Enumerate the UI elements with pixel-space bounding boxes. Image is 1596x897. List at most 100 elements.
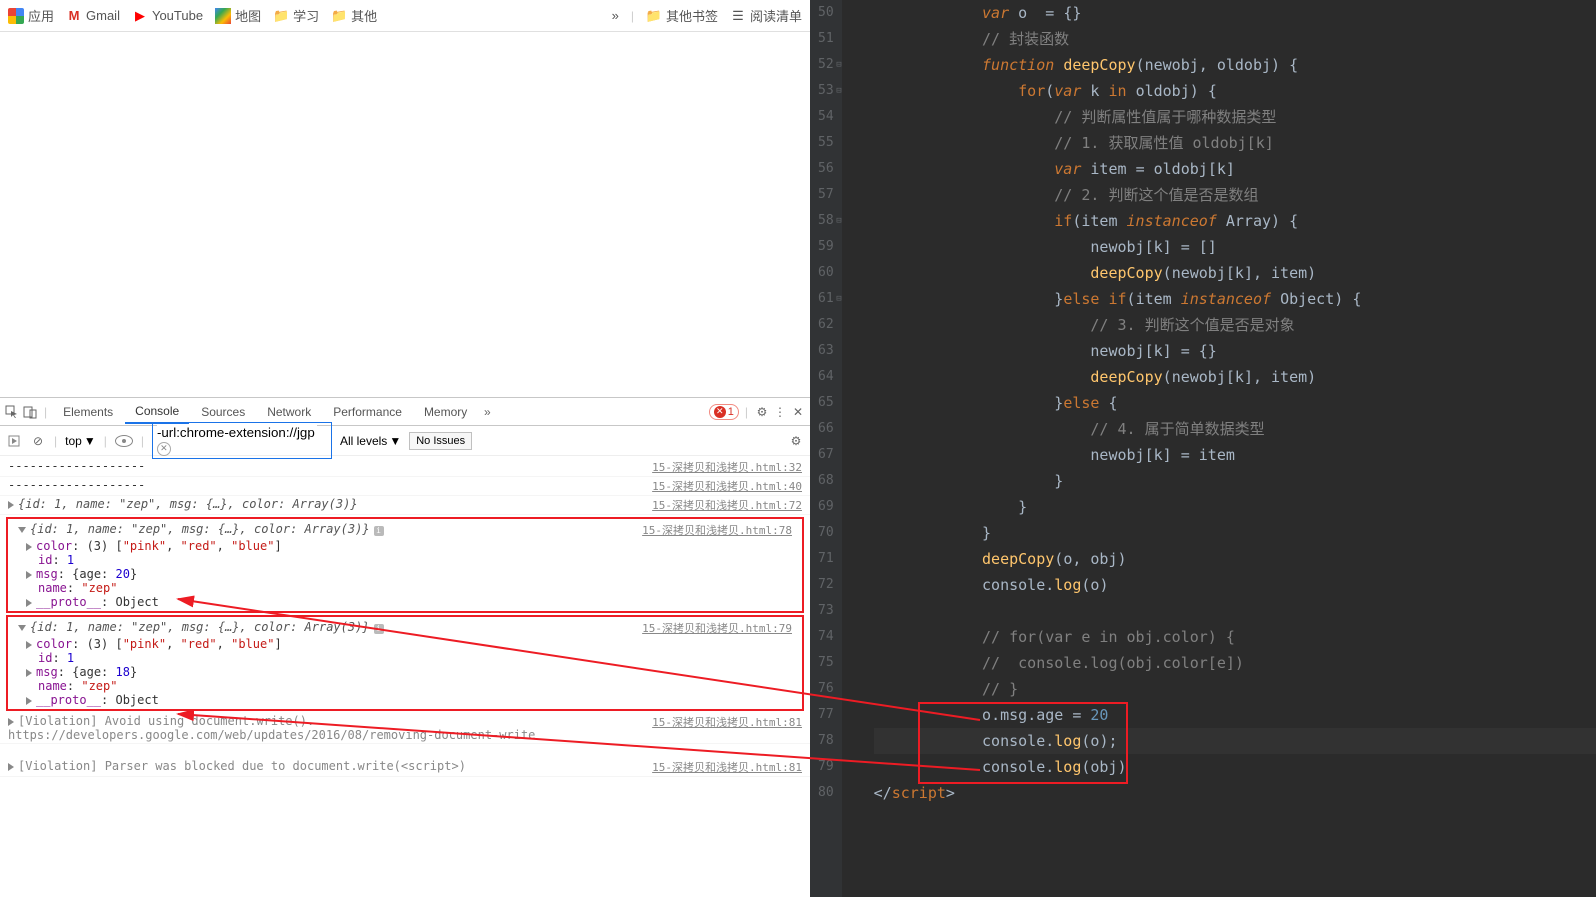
expand-icon[interactable] — [8, 763, 14, 771]
source-link[interactable]: 15-深拷贝和浅拷贝.html:78 — [642, 522, 792, 538]
more-tabs-icon[interactable]: » — [479, 404, 495, 420]
collapse-icon[interactable] — [18, 527, 26, 533]
inspect-icon[interactable] — [4, 404, 20, 420]
devtools-panel: | Elements Console Sources Network Perfo… — [0, 397, 810, 897]
youtube-label: YouTube — [152, 8, 203, 23]
maps-icon — [215, 8, 231, 24]
error-count[interactable]: ✕1 — [709, 404, 739, 420]
object-preview: {id: 1, name: "zep", msg: {…}, color: Ar… — [18, 497, 358, 511]
filter-input[interactable] — [157, 425, 317, 440]
object-prop: id: 1 — [10, 651, 800, 665]
tab-memory[interactable]: Memory — [414, 401, 477, 423]
source-link[interactable]: 15-深拷贝和浅拷贝.html:72 — [652, 497, 802, 513]
expand-icon[interactable] — [8, 501, 14, 509]
gmail-icon: M — [66, 8, 82, 24]
annotation-box-code — [918, 702, 1128, 784]
youtube-bookmark[interactable]: ▶YouTube — [132, 8, 203, 24]
code-editor: 505152⊟53⊟5455565758⊟596061⊟626364656667… — [810, 0, 1596, 897]
folder-icon: 📁 — [646, 8, 662, 24]
more-bookmarks[interactable]: » — [612, 8, 619, 23]
annotation-box-1: {id: 1, name: "zep", msg: {…}, color: Ar… — [6, 517, 804, 613]
object-prop[interactable]: __proto__: Object — [10, 595, 800, 609]
reading-list-label: 阅读清单 — [750, 6, 802, 25]
levels-dropdown[interactable]: All levels ▼ — [340, 434, 401, 448]
console-output: ------------------- 15-深拷贝和浅拷贝.html:32 --… — [0, 456, 810, 897]
console-row[interactable]: {id: 1, name: "zep", msg: {…}, color: Ar… — [0, 496, 810, 515]
reading-list-icon: ☰ — [730, 8, 746, 24]
object-prop: name: "zep" — [10, 679, 800, 693]
study-bookmark[interactable]: 📁学习 — [273, 6, 319, 25]
close-icon[interactable]: ✕ — [790, 404, 806, 420]
other-bookmark[interactable]: 📁其他 — [331, 6, 377, 25]
console-row[interactable]: [Violation] Avoid using document.write()… — [0, 713, 810, 744]
error-count-value: 1 — [728, 406, 734, 418]
console-text: ------------------- — [8, 459, 145, 475]
console-text: ------------------- — [8, 478, 145, 494]
tab-elements[interactable]: Elements — [53, 401, 123, 423]
play-icon[interactable] — [6, 433, 22, 449]
apps-bookmark[interactable]: 应用 — [8, 6, 54, 25]
source-link[interactable]: 15-深拷贝和浅拷贝.html:79 — [642, 620, 792, 636]
tab-console[interactable]: Console — [125, 400, 189, 424]
source-link[interactable]: 15-深拷贝和浅拷贝.html:81 — [652, 714, 802, 742]
live-expression-icon[interactable] — [115, 435, 133, 447]
info-icon[interactable]: i — [374, 624, 384, 634]
object-prop[interactable]: color: (3) ["pink", "red", "blue"] — [10, 539, 800, 553]
source-link[interactable]: 15-深拷贝和浅拷贝.html:32 — [652, 459, 802, 475]
annotation-box-2: {id: 1, name: "zep", msg: {…}, color: Ar… — [6, 615, 804, 711]
console-row[interactable]: ------------------- 15-深拷贝和浅拷贝.html:40 — [0, 477, 810, 496]
apps-icon — [8, 8, 24, 24]
gmail-label: Gmail — [86, 8, 120, 23]
more-icon[interactable]: ⋮ — [772, 404, 788, 420]
reading-list[interactable]: ☰阅读清单 — [730, 6, 802, 25]
object-prop: name: "zep" — [10, 581, 800, 595]
filter-input-wrap: ✕ — [152, 422, 332, 459]
other-bookmarks-folder[interactable]: 📁其他书签 — [646, 6, 718, 25]
tab-sources[interactable]: Sources — [191, 401, 255, 423]
object-prop[interactable]: msg: {age: 20} — [10, 567, 800, 581]
source-link[interactable]: 15-深拷贝和浅拷贝.html:40 — [652, 478, 802, 494]
tab-network[interactable]: Network — [257, 401, 321, 423]
object-preview: {id: 1, name: "zep", msg: {…}, color: Ar… — [30, 620, 370, 634]
levels-value: All levels — [340, 434, 387, 448]
more-label: » — [612, 8, 619, 23]
violation-text: [Violation] Parser was blocked due to do… — [18, 759, 466, 773]
console-row[interactable]: [Violation] Parser was blocked due to do… — [0, 758, 810, 777]
info-icon[interactable]: i — [374, 526, 384, 536]
gmail-bookmark[interactable]: M Gmail — [66, 8, 120, 24]
study-label: 学习 — [293, 6, 319, 25]
device-icon[interactable] — [22, 404, 38, 420]
tab-performance[interactable]: Performance — [323, 401, 412, 423]
maps-label: 地图 — [235, 6, 261, 25]
object-prop[interactable]: msg: {age: 18} — [10, 665, 800, 679]
collapse-icon[interactable] — [18, 625, 26, 631]
object-prop: id: 1 — [10, 553, 800, 567]
expand-icon[interactable] — [8, 718, 14, 726]
object-preview: {id: 1, name: "zep", msg: {…}, color: Ar… — [30, 522, 370, 536]
console-row[interactable]: {id: 1, name: "zep", msg: {…}, color: Ar… — [10, 521, 800, 539]
clear-console-icon[interactable]: ⊘ — [30, 433, 46, 449]
bookmarks-bar: 应用 MGmail ▶YouTube 地图 📁学习 📁其他 » | 📁其他书签 … — [0, 0, 810, 32]
object-prop[interactable]: color: (3) ["pink", "red", "blue"] — [10, 637, 800, 651]
context-value: top — [65, 434, 82, 448]
context-dropdown[interactable]: top ▼ — [65, 434, 96, 448]
console-row[interactable]: ------------------- 15-深拷贝和浅拷贝.html:32 — [0, 458, 810, 477]
devtools-tabs: | Elements Console Sources Network Perfo… — [0, 398, 810, 426]
folder-icon: 📁 — [331, 8, 347, 24]
console-settings-icon[interactable]: ⚙ — [788, 433, 804, 449]
other-bookmarks-label: 其他书签 — [666, 6, 718, 25]
console-row[interactable]: {id: 1, name: "zep", msg: {…}, color: Ar… — [10, 619, 800, 637]
folder-icon: 📁 — [273, 8, 289, 24]
violation-link[interactable]: https://developers.google.com/web/update… — [8, 728, 535, 742]
source-link[interactable]: 15-深拷贝和浅拷贝.html:81 — [652, 759, 802, 775]
other-label: 其他 — [351, 6, 377, 25]
console-filter-bar: ⊘ | top ▼ | | ✕ All levels ▼ No Issues ⚙ — [0, 426, 810, 456]
apps-label: 应用 — [28, 6, 54, 25]
settings-icon[interactable]: ⚙ — [754, 404, 770, 420]
violation-text: [Violation] Avoid using document.write()… — [18, 714, 314, 728]
issues-button[interactable]: No Issues — [409, 432, 472, 450]
clear-filter-icon[interactable]: ✕ — [157, 442, 171, 456]
maps-bookmark[interactable]: 地图 — [215, 6, 261, 25]
line-gutter: 505152⊟53⊟5455565758⊟596061⊟626364656667… — [810, 0, 842, 897]
object-prop[interactable]: __proto__: Object — [10, 693, 800, 707]
